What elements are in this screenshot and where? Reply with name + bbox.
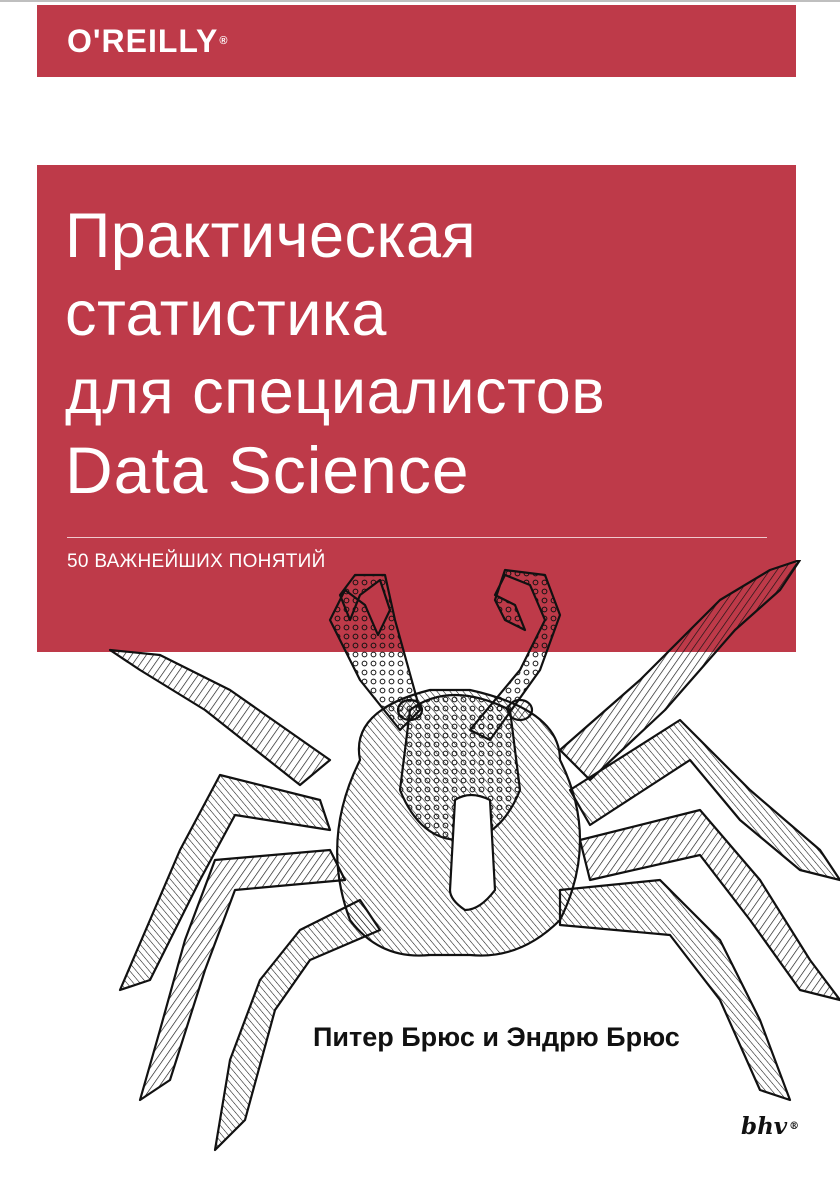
title-line-1: Практическая	[65, 201, 477, 271]
publisher-logo: O'REILLY®	[67, 19, 228, 63]
subtitle-rule	[67, 537, 767, 538]
publisher-band: O'REILLY®	[37, 5, 796, 77]
top-border	[0, 0, 840, 2]
publisher-registered-mark: ®	[219, 35, 229, 47]
publisher-logo-text: O'REILLY	[67, 23, 219, 59]
book-title: Практическая статистика для специалистов…	[65, 197, 605, 509]
crab-illustration	[108, 560, 840, 1152]
imprint-logo: bhv ®	[741, 1113, 799, 1141]
title-line-2: статистика	[65, 279, 387, 349]
title-line-4: Data Science	[65, 433, 470, 507]
crab-eye-right	[506, 698, 534, 722]
imprint-registered-mark: ®	[789, 1121, 800, 1132]
crab-eye-left	[396, 698, 424, 722]
authors: Питер Брюс и Эндрю Брюс	[313, 1022, 680, 1052]
title-line-3: для специалистов	[65, 357, 606, 427]
imprint-logo-text: bhv	[741, 1113, 788, 1140]
crab-sternum	[448, 793, 497, 912]
crab-leg-left-1	[108, 648, 332, 787]
